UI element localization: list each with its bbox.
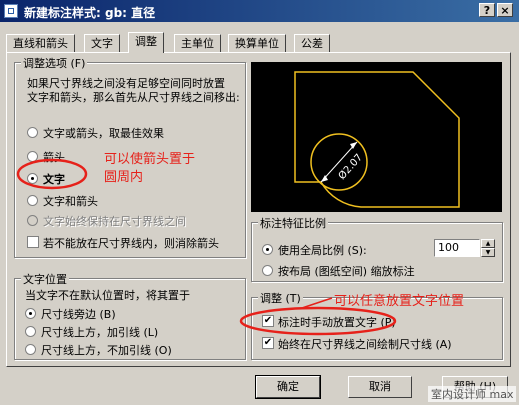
radio-text-or-arrows[interactable] bbox=[27, 127, 38, 138]
spin-down-button[interactable]: ▼ bbox=[481, 248, 495, 257]
preview-dimension-text: Ø2.07 bbox=[336, 152, 365, 182]
fit-description-2: 文字和箭头，那么首先从尺寸界线之间移出: bbox=[27, 91, 240, 104]
radio-over-without-leader[interactable] bbox=[25, 344, 36, 355]
over-without-leader-label: 尺寸线上方，不加引线 (O) bbox=[41, 344, 172, 357]
cancel-button[interactable]: 取消 bbox=[348, 376, 412, 398]
annotation-arrow bbox=[301, 297, 333, 309]
tab-primary-units[interactable]: 主单位 bbox=[174, 34, 221, 52]
tab-fit[interactable]: 调整 bbox=[128, 32, 164, 53]
text-placement-description: 当文字不在默认位置时，将其置于 bbox=[25, 289, 190, 302]
ok-button[interactable]: 确定 bbox=[255, 375, 321, 399]
radio-over-with-leader[interactable] bbox=[25, 326, 36, 337]
radio-beside-dim-line[interactable] bbox=[25, 308, 36, 319]
tab-text[interactable]: 文字 bbox=[84, 34, 120, 52]
text-placement-group: 文字位置 当文字不在默认位置时，将其置于 尺寸线旁边 (B) 尺寸线上方，加引线… bbox=[14, 271, 246, 360]
spin-up-button[interactable]: ▲ bbox=[481, 239, 495, 248]
title-bar: 新建标注样式: gb: 直径 ? × bbox=[0, 0, 519, 22]
suppress-arrows-checkbox[interactable] bbox=[27, 236, 39, 248]
fit-options-title: 调整选项 (F) bbox=[21, 55, 88, 71]
tab-alternate-units[interactable]: 换算单位 bbox=[228, 34, 286, 52]
always-draw-checkbox[interactable]: ✔ bbox=[262, 337, 274, 349]
tab-tolerances[interactable]: 公差 bbox=[294, 34, 330, 52]
scale-group: 标注特征比例 使用全局比例 (S): 100 ▲ ▼ 按布局 (图纸空间) 缩放… bbox=[251, 215, 503, 282]
tab-lines-arrows[interactable]: 直线和箭头 bbox=[6, 34, 75, 52]
preview-pane: Ø2.07 bbox=[251, 62, 502, 212]
window-title: 新建标注样式: gb: 直径 bbox=[24, 6, 156, 20]
close-button[interactable]: × bbox=[497, 3, 513, 17]
use-global-scale-label: 使用全局比例 (S): bbox=[278, 244, 367, 257]
annotation-arrows-inside-2: 圆周内 bbox=[104, 170, 144, 185]
scale-to-layout-label: 按布局 (图纸空间) 缩放标注 bbox=[278, 265, 415, 278]
highlight-ellipse-1 bbox=[16, 158, 88, 190]
radio-keep-text-inside[interactable] bbox=[27, 215, 38, 226]
radio-use-global-scale[interactable] bbox=[262, 244, 273, 255]
global-scale-input[interactable]: 100 bbox=[434, 239, 480, 257]
radio-text-and-arrows[interactable] bbox=[27, 195, 38, 206]
text-placement-title: 文字位置 bbox=[21, 271, 69, 287]
always-draw-label: 始终在尺寸界线之间绘制尺寸线 (A) bbox=[278, 338, 452, 351]
preview-drawing: Ø2.07 bbox=[294, 71, 460, 208]
annotation-arrows-inside: 可以使箭头置于 bbox=[104, 152, 196, 167]
option-text-and-arrows-label: 文字和箭头 bbox=[43, 195, 98, 208]
help-title-button[interactable]: ? bbox=[479, 3, 495, 17]
app-icon bbox=[4, 4, 18, 18]
radio-scale-to-layout[interactable] bbox=[262, 265, 273, 276]
annotation-manual-text: 可以任意放置文字位置 bbox=[334, 294, 465, 309]
scale-title: 标注特征比例 bbox=[258, 215, 328, 231]
option-keep-text-inside-label: 文字始终保持在尺寸界线之间 bbox=[43, 215, 186, 228]
option-text-or-arrows-label: 文字或箭头，取最佳效果 bbox=[43, 127, 164, 140]
beside-dim-line-label: 尺寸线旁边 (B) bbox=[41, 308, 116, 321]
suppress-arrows-label: 若不能放在尺寸界线内，则消除箭头 bbox=[43, 237, 219, 250]
over-with-leader-label: 尺寸线上方，加引线 (L) bbox=[41, 326, 159, 339]
watermark: 室内设计师 max bbox=[428, 386, 517, 402]
